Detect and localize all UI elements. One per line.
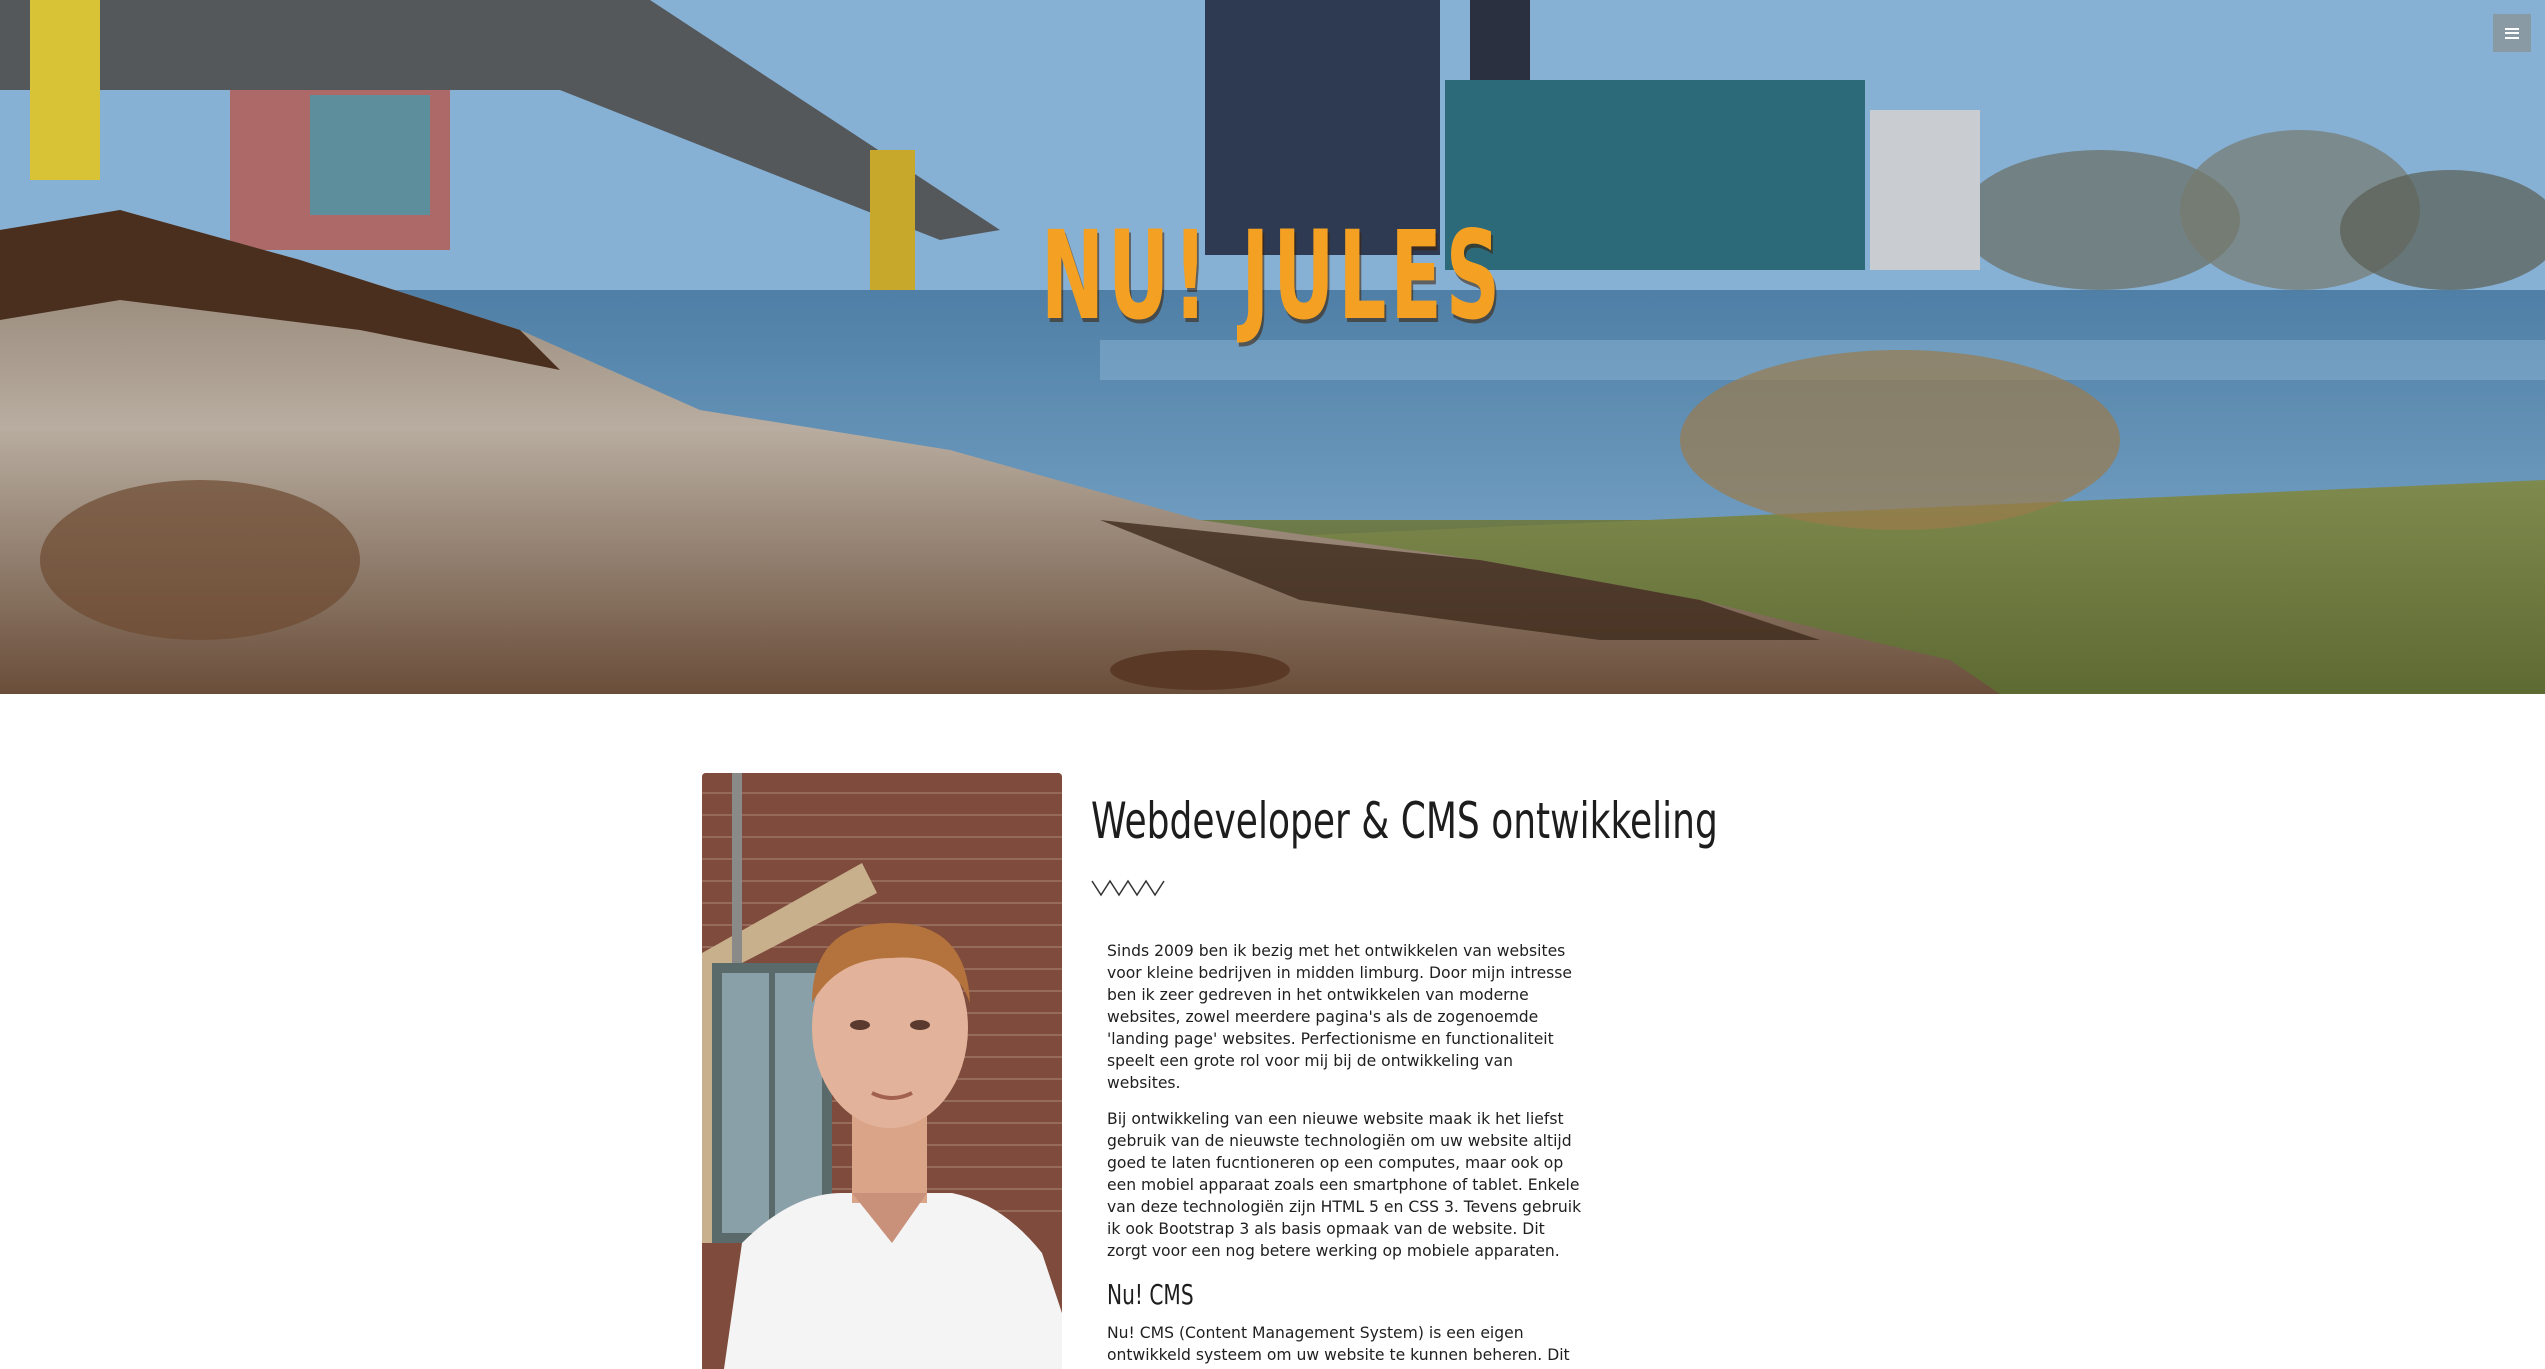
- page: NU! JULES Webdeveloper & CMS ontwikkelin…: [0, 0, 2545, 1369]
- about-paragraph: Sinds 2009 ben ik bezig met het ontwikke…: [1107, 942, 1573, 1092]
- about-paragraph: Bij ontwikkeling van een nieuwe website …: [1107, 1110, 1582, 1260]
- hamburger-icon: [2505, 27, 2519, 39]
- cms-paragraph: Nu! CMS (Content Management System) is e…: [1107, 1324, 1576, 1369]
- hero-banner: NU! JULES: [0, 0, 2545, 694]
- about-section: Webdeveloper & CMS ontwikkeling Sinds 20…: [0, 694, 2545, 1369]
- site-title: NU! JULES: [1040, 205, 1504, 347]
- menu-button[interactable]: [2493, 14, 2531, 52]
- portrait-photo: [702, 773, 1062, 1369]
- cms-heading: Nu! CMS: [1107, 1278, 1194, 1311]
- about-text-column: Webdeveloper & CMS ontwikkeling Sinds 20…: [1091, 792, 1718, 1369]
- zigzag-icon: [1091, 879, 1165, 897]
- hero-background-photo: [0, 0, 2545, 694]
- about-body: Sinds 2009 ben ik bezig met het ontwikke…: [1107, 940, 1587, 1369]
- about-heading: Webdeveloper & CMS ontwikkeling: [1091, 792, 1718, 850]
